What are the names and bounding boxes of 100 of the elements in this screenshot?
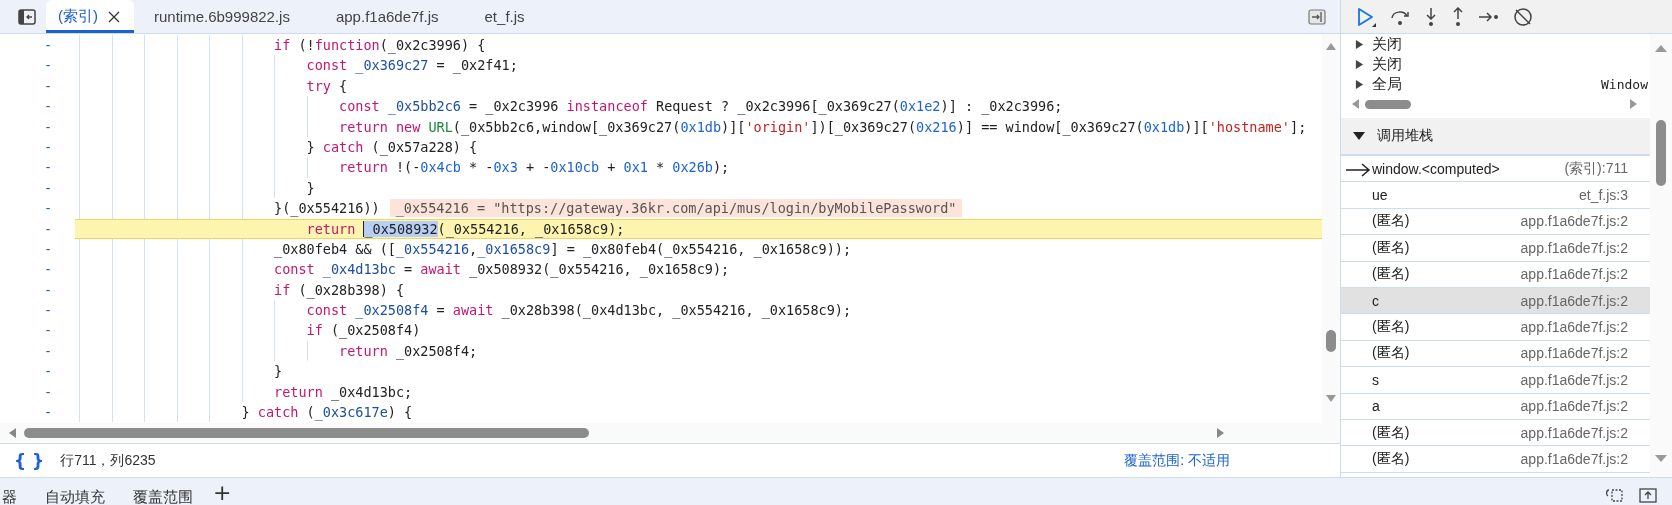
panel-toggle-icon[interactable] (1308, 8, 1326, 25)
line-marker: - (43, 382, 54, 402)
frame-name: (匿名) (1372, 265, 1411, 284)
call-stack-header[interactable]: 调用堆栈 (1341, 118, 1650, 156)
call-frame[interactable]: a app.f1a6de7f.js:2 (1341, 393, 1650, 420)
code-line: return _0x4d13bc; (274, 382, 413, 403)
frame-location: app.f1a6de7f.js:2 (1520, 424, 1628, 441)
line-marker: - (43, 117, 54, 137)
line-marker: - (43, 260, 54, 280)
frame-name: (匿名) (1372, 238, 1411, 257)
code-line: } catch (_0x3c617e) { (241, 403, 413, 423)
code-line: const _0x2508f4 = await _0x28b398(_0x4d13bc, _0x554216, _0x1658c9); (306, 301, 852, 321)
step-into-icon[interactable] (1424, 6, 1438, 27)
scroll-right-icon[interactable] (1217, 428, 1225, 438)
code-line: const _0x4d13bc = await _0x508932(_0x554216, _0x1658c9); (274, 260, 730, 280)
step-out-icon[interactable] (1451, 6, 1465, 27)
scroll-left-icon[interactable] (1351, 99, 1359, 109)
sidebar-toggle-icon[interactable] (18, 8, 36, 25)
frame-location: app.f1a6de7f.js:2 (1520, 213, 1628, 230)
section-title: 调用堆栈 (1377, 127, 1433, 145)
code-line: try { (306, 76, 348, 96)
scroll-right-icon[interactable] (1630, 99, 1638, 109)
code-line: if (!function(_0x2c3996) { (274, 36, 486, 56)
dock-icon[interactable] (1604, 487, 1624, 503)
frame-location: et_f.js:3 (1578, 187, 1628, 204)
file-tab[interactable]: runtime.6b999822.js (134, 0, 316, 33)
scroll-down-icon[interactable] (1326, 395, 1336, 403)
frame-name: (匿名) (1372, 318, 1411, 337)
line-marker: - (43, 321, 54, 341)
scroll-down-icon[interactable] (1655, 455, 1667, 463)
inline-value: _0x554216 = "https://gateway.36kr.com/api/mus/login/byMobilePassword" (389, 199, 963, 218)
expand-arrow-icon[interactable] (1355, 59, 1364, 69)
line-marker: - (43, 97, 54, 117)
scroll-up-icon[interactable] (1326, 42, 1336, 50)
frame-location: (索引):711 (1564, 159, 1628, 178)
frame-name: (匿名) (1372, 344, 1411, 363)
resume-icon[interactable] (1356, 6, 1376, 27)
code-line: }(_0x554216)) (274, 199, 380, 219)
call-frame[interactable]: ue et_f.js:3 (1341, 182, 1650, 209)
drawer-tab[interactable]: 器 (2, 478, 17, 505)
cursor-position: 行711，列6235 (60, 451, 156, 470)
call-frame[interactable]: (匿名) app.f1a6de7f.js:2 (1341, 446, 1650, 473)
add-tab-button[interactable]: + (213, 478, 232, 504)
frame-name: a (1372, 398, 1381, 415)
file-tab[interactable]: app.f1a6de7f.js (315, 0, 465, 33)
call-frame[interactable]: c app.f1a6de7f.js:2 (1341, 287, 1650, 315)
frame-name: ue (1372, 187, 1389, 204)
line-marker: - (43, 76, 54, 96)
scope-item[interactable]: 全局 Window (1341, 74, 1650, 94)
scope-item[interactable]: 关闭 (1341, 54, 1650, 74)
undock-icon[interactable] (1638, 487, 1658, 503)
scroll-left-icon[interactable] (8, 428, 16, 438)
expand-arrow-icon[interactable] (1355, 79, 1364, 89)
call-frame[interactable]: (匿名) app.f1a6de7f.js:2 (1341, 261, 1650, 288)
line-marker: - (43, 137, 54, 157)
code-line: return _0x2508f4; (339, 341, 478, 362)
step-icon[interactable] (1478, 9, 1500, 24)
frame-name: window.<computed> (1372, 160, 1501, 177)
line-marker: - (43, 280, 54, 300)
code-line: _0x80feb4 && ([_0x554216,_0x1658c9] = _0x80feb4(_0x554216, _0x1658c9)); (274, 239, 852, 260)
call-frame[interactable]: (匿名) app.f1a6de7f.js:2 (1341, 419, 1650, 447)
code-line: if (_0x2508f4) (306, 321, 421, 341)
expand-arrow-icon[interactable] (1355, 39, 1364, 49)
call-frame[interactable]: (匿名) app.f1a6de7f.js:2 (1341, 314, 1650, 341)
close-icon[interactable] (108, 10, 120, 23)
line-marker: - (43, 341, 54, 361)
drawer-tab[interactable]: 覆盖范围 (133, 478, 193, 505)
frame-location: app.f1a6de7f.js:2 (1520, 266, 1628, 283)
line-marker: - (43, 219, 54, 239)
line-marker: - (43, 56, 54, 76)
line-marker: - (43, 301, 54, 321)
drawer-tab[interactable]: 自动填充 (45, 478, 105, 505)
call-frame[interactable]: (匿名) app.f1a6de7f.js:2 (1341, 208, 1650, 236)
frame-name: (匿名) (1372, 450, 1411, 468)
call-frame[interactable]: s app.f1a6de7f.js:2 (1341, 367, 1650, 394)
frame-name: (匿名) (1372, 212, 1411, 231)
code-line: return new URL(_0x5bb2c6,window[_0x369c27(0x1db)]['origin'])[_0x369c27(0x216)] == window[_0x369c27(0x1db)]['hostname']; (339, 117, 1307, 137)
pretty-print-button[interactable]: { } (14, 450, 45, 471)
frame-location: app.f1a6de7f.js:2 (1520, 451, 1628, 467)
code-line: } (274, 362, 283, 382)
scope-item[interactable]: 关闭 (1341, 34, 1650, 54)
call-frame[interactable]: window.<computed> (索引):711 (1341, 156, 1650, 183)
file-tab[interactable]: (索引) (46, 0, 134, 33)
call-frame[interactable]: (匿名) app.f1a6de7f.js:2 (1341, 235, 1650, 262)
frame-location: app.f1a6de7f.js:2 (1520, 398, 1628, 415)
frame-location: app.f1a6de7f.js:2 (1520, 292, 1628, 309)
deactivate-breakpoints-icon[interactable] (1513, 6, 1533, 27)
frame-name: c (1372, 292, 1380, 309)
file-tab[interactable]: et_f.js (464, 0, 551, 33)
line-marker: - (43, 36, 54, 55)
line-marker: - (43, 239, 54, 259)
line-marker: - (43, 362, 54, 382)
line-marker: - (43, 158, 54, 178)
coverage-link[interactable]: 覆盖范围: 不适用 (1124, 451, 1230, 470)
collapse-arrow-icon[interactable] (1353, 131, 1365, 141)
code-line: return _0x508932(_0x554216, _0x1658c9); (306, 219, 625, 238)
code-line: const _0x5bb2c6 = _0x2c3996 instanceof Request ? _0x2c3996[_0x369c27(0x1e2)] : _0x2c3996; (339, 97, 1063, 117)
scroll-up-icon[interactable] (1655, 44, 1667, 52)
frame-location: app.f1a6de7f.js:2 (1520, 371, 1628, 388)
call-frame[interactable]: (匿名) app.f1a6de7f.js:2 (1341, 340, 1650, 368)
